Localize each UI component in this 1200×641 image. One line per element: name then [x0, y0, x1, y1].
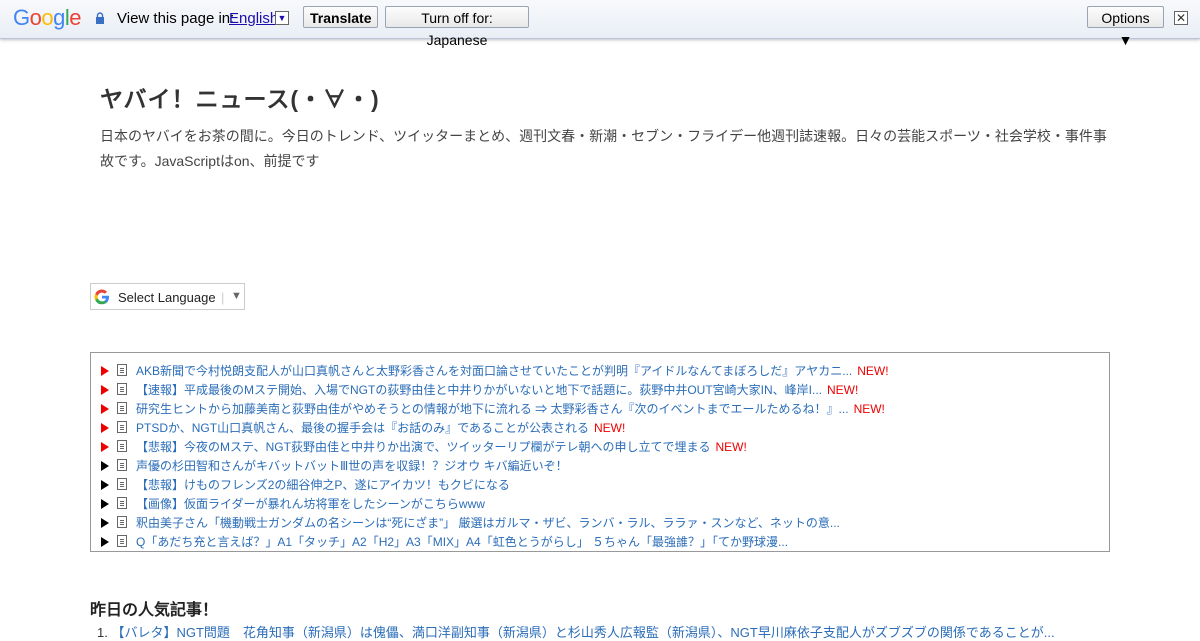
triangle-right-icon [101, 480, 109, 490]
news-item-title[interactable]: 【悲報】今夜のMステ、NGT荻野由佳と中井りか出演で、ツイッターリプ欄がテレ朝へ… [136, 438, 747, 455]
close-icon[interactable]: ✕ [1174, 11, 1188, 25]
triangle-right-icon [101, 404, 109, 414]
document-icon [117, 421, 127, 433]
triangle-right-icon [101, 423, 109, 433]
language-select[interactable]: Select Language | ▼ [90, 283, 245, 310]
news-item-link[interactable]: Q「あだち充と言えば？」A1「タッチ」A2「H2」A3「MIX」A4「虹色とうが… [136, 535, 788, 549]
chevron-down-icon: ▼ [231, 290, 242, 302]
logo-letter: g [53, 5, 65, 30]
news-item-link[interactable]: 声優の杉田智和さんがキバットバットⅢ世の声を収録！？ジオウ キバ編近いぞ！ [136, 459, 568, 473]
site-title[interactable]: ヤバイ！ニュース(・∀・) [100, 80, 380, 114]
news-item-title[interactable]: 研究生ヒントから加藤美南と荻野由佳がやめそうとの情報が地下に流れる ⇒ 太野彩香… [136, 400, 885, 417]
news-item-title[interactable]: 【画像】仮面ライダーが暴れん坊将軍をしたシーンがこちらwww [136, 495, 490, 512]
triangle-right-icon [101, 537, 109, 547]
options-button[interactable]: Options ▼ [1087, 6, 1164, 48]
news-item-link[interactable]: 【悲報】けものフレンズ2の細谷伸之P、遂にアイカツ！もクビになる [136, 478, 510, 492]
logo-letter: o [29, 5, 42, 30]
document-icon [117, 478, 127, 490]
lock-icon [96, 12, 104, 24]
separator: | [221, 290, 225, 305]
language-link[interactable]: English [229, 10, 278, 27]
new-badge: NEW! [593, 421, 626, 435]
news-item-link[interactable]: 【速報】平成最後のMステ開始、入場でNGTの荻野由佳と中井りかがいないと地下で話… [136, 383, 822, 397]
document-icon [117, 383, 127, 395]
news-item-title[interactable]: 【速報】平成最後のMステ開始、入場でNGTの荻野由佳と中井りかがいないと地下で話… [136, 381, 858, 398]
news-item-link[interactable]: 研究生ヒントから加藤美南と荻野由佳がやめそうとの情報が地下に流れる ⇒ 太野彩香… [136, 402, 849, 416]
new-badge: NEW! [853, 402, 885, 416]
new-badge: NEW! [857, 364, 889, 378]
document-icon [117, 516, 127, 528]
news-item-title[interactable]: 声優の杉田智和さんがキバットバットⅢ世の声を収録！？ジオウ キバ編近いぞ！ [136, 457, 573, 474]
news-item-link[interactable]: PTSDか、NGT山口真帆さん、最後の握手会は『お話のみ』であることが公表される [136, 421, 589, 435]
view-in-label: View this page in: [117, 10, 235, 27]
news-item-title[interactable]: 【悲報】けものフレンズ2の細谷伸之P、遂にアイカツ！もクビになる [136, 476, 515, 493]
google-logo: Google [13, 5, 82, 31]
triangle-right-icon [101, 518, 109, 528]
news-item-title[interactable]: PTSDか、NGT山口真帆さん、最後の握手会は『お話のみ』であることが公表される… [136, 419, 625, 436]
logo-letter: o [41, 5, 54, 30]
translate-button[interactable]: Translate [303, 6, 378, 28]
triangle-right-icon [101, 385, 109, 395]
document-icon [117, 535, 127, 547]
document-icon [117, 459, 127, 471]
popular-item-number: 1. [97, 625, 108, 640]
triangle-right-icon [101, 442, 109, 452]
popular-item[interactable]: 1. 【バレタ】NGT問題 花角知事（新潟県）は傀儡、満口洋副知事（新潟県）と杉… [97, 622, 1055, 641]
news-item-link[interactable]: AKB新聞で今村悦朗支配人が山口真帆さんと太野彩香さんを対面口論させていたことが… [136, 364, 852, 378]
triangle-right-icon [101, 366, 109, 376]
news-item-title[interactable]: Q「あだち充と言えば？」A1「タッチ」A2「H2」A3「MIX」A4「虹色とうが… [136, 533, 793, 550]
triangle-right-icon [101, 461, 109, 471]
site-description: 日本のヤバイをお茶の間に。今日のトレンド、ツイッターまとめ、週刊文春・新潮・セブ… [100, 128, 1107, 169]
translate-bar: Google View this page in: English ▼ Tran… [0, 0, 1200, 48]
document-icon [117, 440, 127, 452]
language-dropdown-icon[interactable]: ▼ [275, 11, 289, 25]
news-item-link[interactable]: 【画像】仮面ライダーが暴れん坊将軍をしたシーンがこちらwww [136, 497, 485, 511]
news-item-link[interactable]: 【悲報】今夜のMステ、NGT荻野由佳と中井りか出演で、ツイッターリプ欄がテレ朝へ… [136, 440, 711, 454]
news-item-link[interactable]: 釈由美子さん「機動戦士ガンダムの名シーンは“死にざま”」 厳選はガルマ・ザビ、ラ… [136, 516, 840, 530]
news-list: AKB新聞で今村悦朗支配人が山口真帆さんと太野彩香さんを対面口論させていたことが… [90, 352, 1110, 552]
document-icon [117, 497, 127, 509]
document-icon [117, 364, 127, 376]
new-badge: NEW! [827, 383, 859, 397]
triangle-right-icon [101, 499, 109, 509]
news-item-title[interactable]: 釈由美子さん「機動戦士ガンダムの名シーンは“死にざま”」 厳選はガルマ・ザビ、ラ… [136, 514, 845, 531]
document-icon [117, 402, 127, 414]
turn-off-button[interactable]: Turn off for: Japanese [385, 6, 529, 48]
news-item-title[interactable]: AKB新聞で今村悦朗支配人が山口真帆さんと太野彩香さんを対面口論させていたことが… [136, 362, 889, 379]
google-g-icon [94, 289, 109, 305]
logo-letter: G [13, 5, 30, 30]
popular-item-title[interactable]: 【バレタ】NGT問題 花角知事（新潟県）は傀儡、満口洋副知事（新潟県）と杉山秀人… [111, 625, 1054, 640]
popular-heading: 昨日の人気記事！ [90, 602, 219, 619]
language-select-label: Select Language [118, 290, 216, 305]
new-badge: NEW! [715, 440, 747, 454]
logo-letter: e [69, 5, 82, 30]
